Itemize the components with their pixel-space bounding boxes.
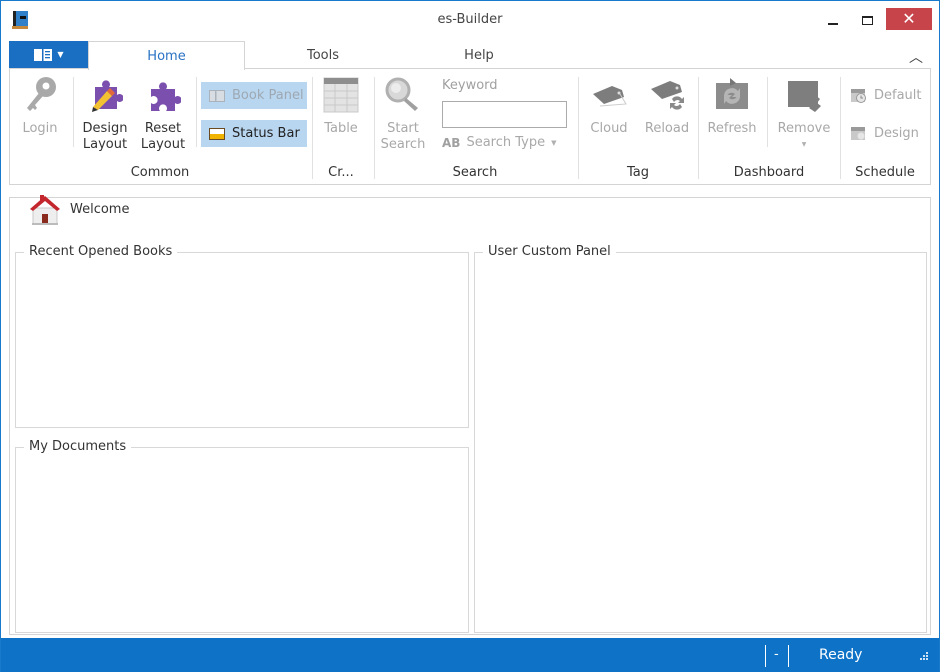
welcome-page: Welcome Recent Opened Books My Documents… — [9, 195, 931, 635]
group-label-common: Common — [130, 165, 190, 180]
remove-label: Remove — [777, 121, 831, 136]
minimize-button[interactable] — [821, 8, 845, 32]
tab-help[interactable]: Help — [401, 41, 557, 69]
table-icon — [321, 75, 361, 115]
status-bar-label: Status Bar — [232, 126, 300, 141]
recent-books-title: Recent Opened Books — [24, 244, 178, 259]
user-custom-panel-title: User Custom Panel — [483, 244, 616, 259]
separator — [73, 77, 74, 147]
cloud-label: Cloud — [590, 121, 628, 136]
start-search-label-2: Search — [380, 137, 426, 152]
maximize-button[interactable] — [855, 8, 879, 32]
puzzle-icon — [143, 75, 183, 115]
my-documents-panel: My Documents — [15, 439, 469, 633]
remove-button[interactable]: Remove ▼ — [774, 75, 834, 153]
status-bar-toggle[interactable]: Status Bar — [201, 120, 307, 147]
group-label-schedule: Schedule — [855, 165, 915, 180]
keyword-label: Keyword — [442, 78, 498, 93]
status-separator — [765, 645, 766, 667]
title-bar: es-Builder ✕ — [1, 1, 939, 39]
minimize-icon — [828, 23, 838, 25]
book-panel-label: Book Panel — [232, 88, 304, 103]
login-label: Login — [22, 121, 58, 136]
tab-home[interactable]: Home — [88, 41, 245, 70]
tab-tools[interactable]: Tools — [245, 41, 401, 69]
schedule-design-button[interactable]: Design — [850, 125, 919, 141]
search-type-label: Search Type — [466, 135, 546, 150]
reset-layout-button[interactable]: Reset Layout — [138, 75, 188, 153]
window-title: es-Builder — [437, 12, 503, 27]
design-layout-label-2: Layout — [82, 137, 128, 152]
design-layout-label-1: Design — [82, 121, 128, 136]
book-panel-toggle[interactable]: Book Panel — [201, 82, 307, 109]
dropdown-arrow-icon: ▼ — [57, 50, 64, 59]
dropdown-arrow-icon: ▼ — [551, 138, 557, 147]
resize-grip-icon[interactable] — [919, 650, 929, 664]
group-label-tag: Tag — [626, 165, 649, 180]
separator — [312, 77, 313, 179]
keyword-input[interactable] — [442, 101, 567, 128]
status-bar: - Ready — [1, 638, 939, 672]
welcome-header: Welcome — [28, 192, 129, 226]
tag-reload-icon — [647, 75, 687, 115]
reload-label: Reload — [644, 121, 690, 136]
search-type-dropdown[interactable]: AB Search Type ▼ — [442, 135, 556, 150]
puzzle-pencil-icon — [85, 75, 125, 115]
book-panel-icon — [209, 89, 225, 102]
magnifier-icon — [383, 75, 423, 115]
tag-icon — [589, 75, 629, 115]
start-search-label-1: Start — [387, 121, 419, 136]
dropdown-arrow-icon: ▼ — [801, 141, 807, 148]
maximize-icon — [861, 15, 873, 25]
calendar-clock-icon — [851, 89, 866, 103]
key-icon — [20, 75, 60, 115]
separator — [196, 77, 197, 147]
app-menu-button[interactable]: ▼ — [9, 41, 88, 68]
search-type-icon: AB — [442, 135, 461, 150]
cloud-button[interactable]: Cloud — [584, 75, 634, 137]
status-bar-icon — [209, 127, 225, 140]
status-text: Ready — [819, 647, 863, 663]
status-indicator: - — [774, 647, 779, 662]
calendar-icon — [851, 127, 865, 140]
refresh-button[interactable]: Refresh — [704, 75, 760, 137]
welcome-title: Welcome — [70, 201, 130, 217]
book-panel-menu-icon — [34, 48, 53, 61]
user-custom-panel: User Custom Panel — [474, 244, 927, 633]
recent-books-panel: Recent Opened Books — [15, 244, 469, 428]
reset-layout-label-1: Reset — [144, 121, 182, 136]
reload-button[interactable]: Reload — [642, 75, 692, 137]
table-button[interactable]: Table — [316, 75, 366, 137]
close-button[interactable]: ✕ — [886, 8, 932, 30]
schedule-default-button[interactable]: Default — [850, 87, 922, 103]
refresh-dashboard-icon — [712, 75, 752, 115]
home-icon — [30, 195, 60, 225]
refresh-label: Refresh — [707, 121, 757, 136]
separator — [374, 77, 375, 179]
close-icon: ✕ — [902, 9, 916, 28]
table-label: Table — [324, 121, 358, 136]
separator — [767, 77, 768, 147]
status-separator — [788, 645, 789, 667]
ribbon-tabs: ▼ Home Tools Help ︿ — [9, 41, 931, 70]
separator — [840, 77, 841, 179]
schedule-default-label: Default — [874, 87, 922, 103]
my-documents-title: My Documents — [24, 439, 132, 454]
app-window: es-Builder ✕ ▼ Home Tools Help ︿ Login D… — [0, 0, 940, 672]
design-layout-button[interactable]: Design Layout — [80, 75, 130, 153]
group-label-create: Cr... — [328, 165, 354, 180]
separator — [698, 77, 699, 179]
remove-dashboard-icon — [784, 75, 824, 115]
group-label-search: Search — [452, 165, 498, 180]
reset-layout-label-2: Layout — [140, 137, 186, 152]
group-label-dashboard: Dashboard — [733, 165, 805, 180]
login-button[interactable]: Login — [16, 75, 64, 137]
schedule-design-label: Design — [874, 125, 919, 141]
separator — [578, 77, 579, 179]
collapse-ribbon-icon[interactable]: ︿ — [909, 47, 923, 67]
ribbon-panel: Login Design Layout Reset Layout Book Pa… — [9, 68, 931, 185]
start-search-button[interactable]: Start Search — [378, 75, 428, 153]
